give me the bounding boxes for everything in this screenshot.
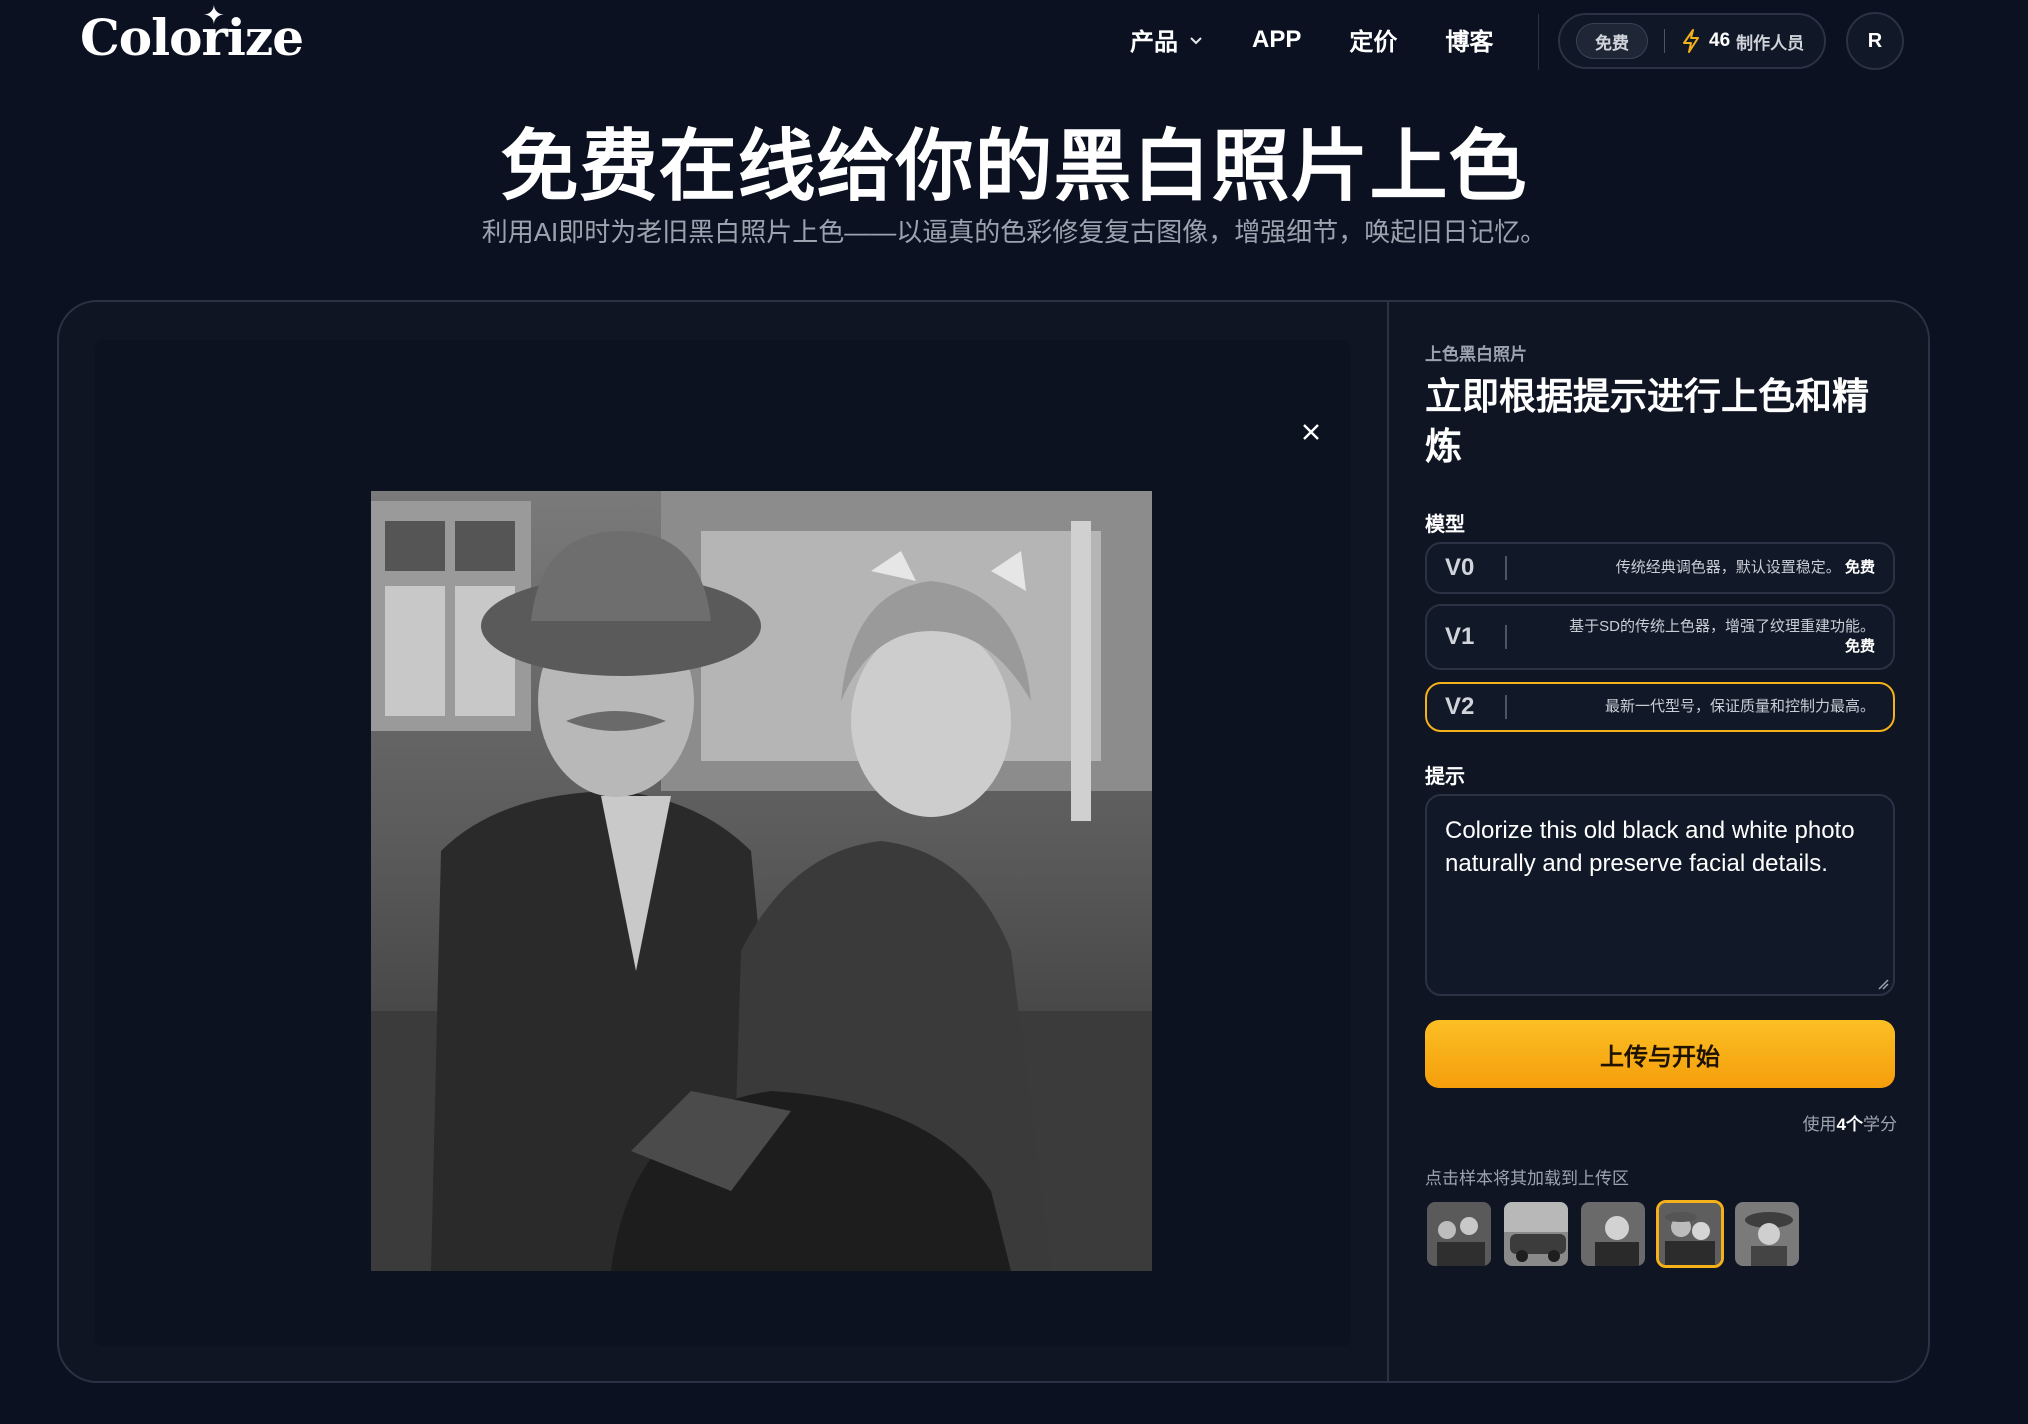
close-icon (1303, 424, 1319, 440)
nav-blog[interactable]: 博客 (1445, 22, 1493, 57)
nav-app[interactable]: APP (1252, 26, 1301, 54)
prompt-label: 提示 (1425, 766, 1465, 788)
model-description: 最新一代型号，保证质量和控制力最高。 (1604, 698, 1875, 715)
credit-cost: 使用4个学分 (1802, 1115, 1897, 1134)
panel-eyebrow: 上色黑白照片 (1425, 345, 1527, 364)
credits-pill[interactable]: 免费 46 制作人员 (1558, 13, 1826, 69)
upload-preview-area[interactable] (95, 340, 1351, 1346)
sample-thumbnails (1425, 1200, 1810, 1268)
panel-title: 立即根据提示进行上色和精炼 (1425, 376, 1869, 467)
colorize-logo[interactable]: Colorize (80, 8, 304, 67)
sample-thumbnail[interactable] (1502, 1200, 1570, 1268)
settings-panel: 上色黑白照片 立即根据提示进行上色和精炼 模型 V0 传统经典调色器，默认设置稳… (1425, 302, 1897, 1381)
model-name: V2 (1445, 693, 1475, 720)
resize-handle-icon[interactable] (1877, 978, 1889, 990)
page-subtitle: 利用AI即时为老旧黑白照片上色——以逼真的色彩修复复古图像，增强细节，唤起旧日记… (481, 217, 1547, 247)
lightning-icon (1683, 29, 1699, 53)
sample-thumbnail-selected[interactable] (1656, 1200, 1724, 1268)
free-tag: 免费 (1844, 559, 1875, 576)
panel-divider (1387, 302, 1389, 1381)
top-header: Colorize ✦ 产品 APP 定价 博客 免费 46 制作人员 R (0, 0, 2028, 82)
colorize-card: 上色黑白照片 立即根据提示进行上色和精炼 模型 V0 传统经典调色器，默认设置稳… (57, 300, 1930, 1383)
free-tag: 免费 (1844, 638, 1875, 655)
nav-divider (1538, 14, 1539, 70)
close-preview-button[interactable] (1295, 416, 1327, 448)
prompt-textarea[interactable]: Colorize this old black and white photo … (1425, 794, 1895, 996)
model-name: V0 (1445, 554, 1475, 581)
credits-label: 制作人员 (1736, 33, 1805, 53)
chevron-down-icon (1190, 36, 1202, 44)
free-badge: 免费 (1576, 23, 1648, 59)
model-description: 基于SD的传统上色器，增强了纹理重建功能。 免费 (1569, 618, 1875, 655)
user-avatar[interactable]: R (1846, 12, 1904, 70)
uploaded-photo (371, 491, 1152, 1271)
nav-products-label: 产品 (1130, 29, 1178, 56)
model-description: 传统经典调色器，默认设置稳定。 免费 (1615, 559, 1875, 576)
model-option-v0[interactable]: V0 传统经典调色器，默认设置稳定。 免费 (1425, 542, 1895, 594)
pill-separator (1664, 29, 1665, 53)
nav-products[interactable]: 产品 (1130, 22, 1204, 57)
nav-pricing[interactable]: 定价 (1349, 22, 1397, 57)
samples-hint: 点击样本将其加载到上传区 (1425, 1169, 1629, 1188)
page-title: 免费在线给你的黑白照片上色 (500, 122, 1528, 210)
sample-thumbnail[interactable] (1579, 1200, 1647, 1268)
upload-and-start-button[interactable]: 上传与开始 (1425, 1020, 1895, 1088)
model-name: V1 (1445, 623, 1475, 650)
sample-thumbnail[interactable] (1425, 1200, 1493, 1268)
model-option-v2[interactable]: V2 最新一代型号，保证质量和控制力最高。 (1425, 682, 1895, 732)
prompt-text: Colorize this old black and white photo … (1445, 817, 1855, 877)
main-nav: 产品 APP 定价 博客 (1130, 22, 1541, 57)
sample-thumbnail[interactable] (1733, 1200, 1801, 1268)
model-label: 模型 (1425, 514, 1465, 536)
sparkle-icon: ✦ (203, 0, 225, 30)
model-option-v1[interactable]: V1 基于SD的传统上色器，增强了纹理重建功能。 免费 (1425, 604, 1895, 670)
credits-count: 46 (1709, 30, 1731, 51)
